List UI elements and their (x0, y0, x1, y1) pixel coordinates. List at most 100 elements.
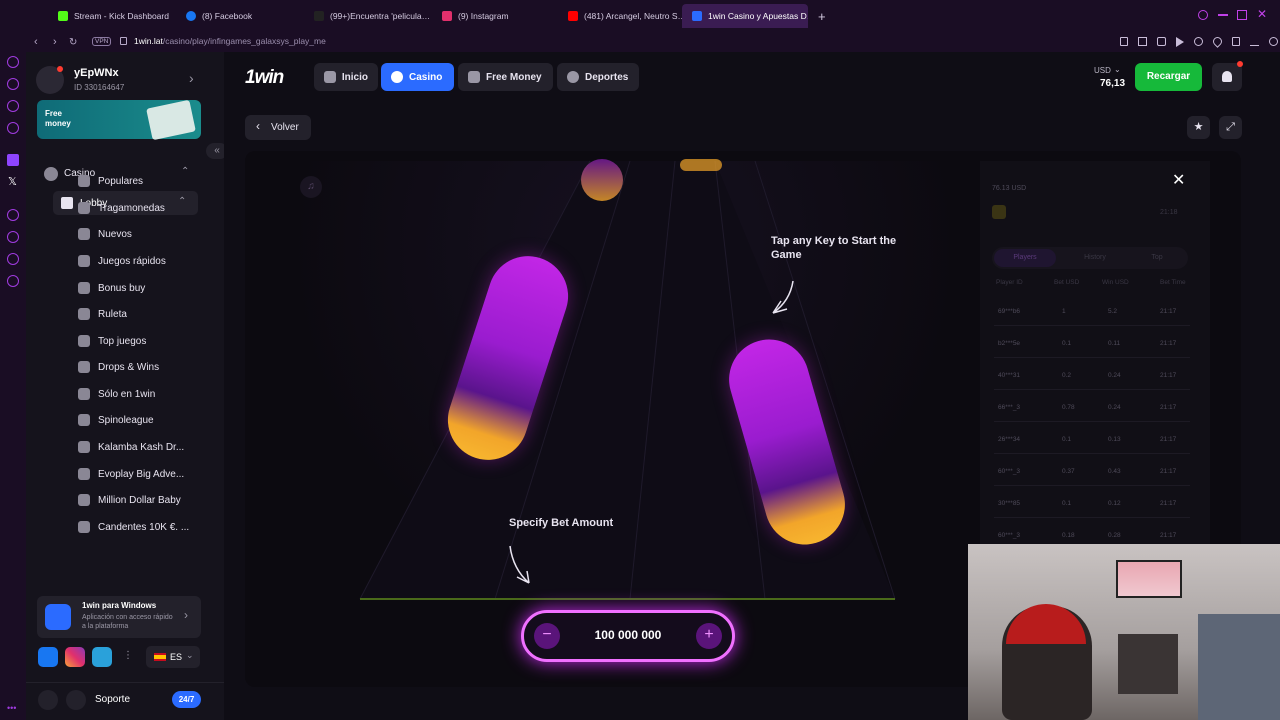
x-icon[interactable]: 𝕏 (8, 175, 17, 188)
shield-icon[interactable] (1157, 37, 1166, 46)
avatar[interactable] (36, 66, 64, 94)
emoji-icon[interactable] (1194, 37, 1203, 46)
sidebar-item[interactable]: Spinoleague (78, 408, 218, 432)
search-icon[interactable] (1198, 10, 1208, 20)
chair (1198, 614, 1280, 720)
music-icon[interactable]: ♫ (300, 176, 322, 198)
nav-casino[interactable]: Casino (381, 63, 454, 91)
wallet-icon[interactable] (1232, 37, 1240, 46)
messenger-icon[interactable] (7, 78, 19, 90)
support-label[interactable]: Soporte (95, 694, 130, 705)
tab-youtube[interactable]: (481) Arcangel, Neutro S… (558, 4, 682, 28)
site-sidebar: yEpWNx ID 330164647 › Free money « Casin… (26, 52, 228, 720)
site-logo[interactable]: 1win (245, 67, 284, 89)
panel-balance: 76.13 USD (992, 185, 1027, 192)
chevron-down-icon[interactable]: ⌄ (1114, 65, 1121, 74)
bet-amount-value[interactable]: 100 000 000 (564, 628, 692, 642)
maximize-icon[interactable] (1237, 10, 1247, 20)
instagram-icon[interactable] (65, 647, 85, 667)
heart-icon[interactable] (1211, 35, 1224, 48)
fullscreen-icon[interactable]: ⤢ (1219, 116, 1242, 139)
sidebar-item[interactable]: Drops & Wins (78, 355, 218, 379)
settings-icon[interactable] (7, 275, 19, 287)
tab-top[interactable]: Top (1126, 249, 1188, 267)
chat-icon[interactable] (66, 690, 86, 710)
notifications-button[interactable] (1212, 61, 1243, 91)
sidebar-item[interactable]: Kalamba Kash Dr... (78, 435, 218, 459)
sidebar-item[interactable]: Candentes 10K €. ... (78, 515, 218, 539)
mail-icon[interactable] (7, 122, 19, 134)
sidebar-item[interactable]: Sólo en 1win (78, 382, 218, 406)
free-money-banner[interactable]: Free money (37, 99, 201, 141)
new-tab-button[interactable]: + (808, 4, 832, 28)
profile-icon[interactable] (1269, 37, 1278, 46)
nav-inicio[interactable]: Inicio (314, 63, 378, 91)
aria-icon[interactable] (7, 56, 19, 68)
snapshot-icon[interactable] (1138, 37, 1147, 46)
sidebar-item[interactable]: Juegos rápidos (78, 249, 218, 273)
sidebar-item[interactable]: Tragamonedas (78, 196, 218, 220)
sidebar-item-label: Populares (98, 175, 144, 187)
recharge-button[interactable]: Recargar (1135, 63, 1202, 91)
nav-free-money[interactable]: Free Money (458, 63, 553, 91)
decrease-bet-button[interactable]: − (534, 623, 560, 649)
sidebar-item[interactable]: Top juegos (78, 329, 218, 353)
million-icon (78, 494, 90, 506)
tab-1win[interactable]: 1win Casino y Apuestas D… (682, 4, 808, 28)
telegram-icon[interactable] (92, 647, 112, 667)
more-icon[interactable]: ••• (7, 703, 16, 713)
sidebar-item-label: Sólo en 1win (98, 388, 156, 400)
panel-icon (992, 205, 1006, 219)
furniture (1118, 634, 1178, 694)
tab-instagram[interactable]: (9) Instagram (432, 4, 558, 28)
sidebar-item-label: Evoplay Big Adve... (98, 468, 185, 480)
close-game-icon[interactable]: ✕ (1172, 170, 1185, 190)
drops-icon (78, 361, 90, 373)
tab-players[interactable]: Players (994, 249, 1056, 267)
url-field[interactable]: 1win.lat/casino/play/infingames_galaxsys… (134, 36, 326, 46)
tab-tiktok[interactable]: (99+)Encuentra 'pelicula… (304, 4, 432, 28)
facebook-icon[interactable] (38, 647, 58, 667)
more-vertical-icon[interactable]: ⋮ (123, 650, 133, 661)
play-icon[interactable] (1176, 37, 1184, 47)
close-window-icon[interactable]: ✕ (1257, 7, 1267, 21)
tab-facebook[interactable]: (8) Facebook (176, 4, 304, 28)
sidebar-item[interactable]: Populares (78, 169, 218, 193)
table-cell: 0.78 (1062, 404, 1075, 411)
reload-icon[interactable]: ↻ (69, 37, 77, 48)
currency-selector[interactable]: USD (1094, 66, 1111, 75)
table-cell: 0.1 (1062, 436, 1072, 443)
table-cell: 0.1 (1062, 340, 1072, 347)
table-row: 26***34 0.1 0.13 21:17 (994, 426, 1190, 454)
back-label: Volver (271, 122, 299, 133)
chevron-right-icon[interactable]: › (189, 70, 194, 86)
favorite-star-icon[interactable]: ★ (1187, 116, 1210, 139)
tab-kick[interactable]: Stream - Kick Dashboard (48, 4, 176, 28)
back-arrow-icon[interactable]: ‹ (34, 36, 38, 48)
forward-arrow-icon[interactable]: › (53, 36, 57, 48)
tab-history[interactable]: History (1064, 249, 1126, 267)
pin-icon[interactable] (1120, 37, 1128, 46)
sidebar-item[interactable]: Ruleta (78, 302, 218, 326)
back-button[interactable]: ‹ Volver (245, 115, 311, 140)
sidebar-item[interactable]: Nuevos (78, 222, 218, 246)
casino-chip-icon (44, 167, 58, 181)
minimize-icon[interactable] (1218, 14, 1228, 16)
twitch-icon[interactable] (7, 154, 19, 166)
sidebar-item[interactable]: Bonus buy (78, 276, 218, 300)
history-icon[interactable] (7, 231, 19, 243)
sidebar-item[interactable]: Million Dollar Baby (78, 488, 218, 512)
cube-icon[interactable] (7, 253, 19, 265)
whatsapp-icon[interactable] (7, 100, 19, 112)
phone-icon[interactable] (38, 690, 58, 710)
vpn-badge[interactable]: VPN (92, 37, 112, 46)
language-selector[interactable]: ES ⌄ (146, 646, 200, 668)
clock-icon[interactable] (7, 209, 19, 221)
download-icon[interactable] (1250, 37, 1259, 46)
increase-bet-button[interactable]: + (696, 623, 722, 649)
windows-app-banner[interactable]: 1win para Windows Aplicación con acceso … (37, 596, 201, 638)
lock-icon (120, 37, 127, 45)
trophy-icon (78, 335, 90, 347)
nav-deportes[interactable]: Deportes (557, 63, 639, 91)
sidebar-item[interactable]: Evoplay Big Adve... (78, 462, 218, 486)
